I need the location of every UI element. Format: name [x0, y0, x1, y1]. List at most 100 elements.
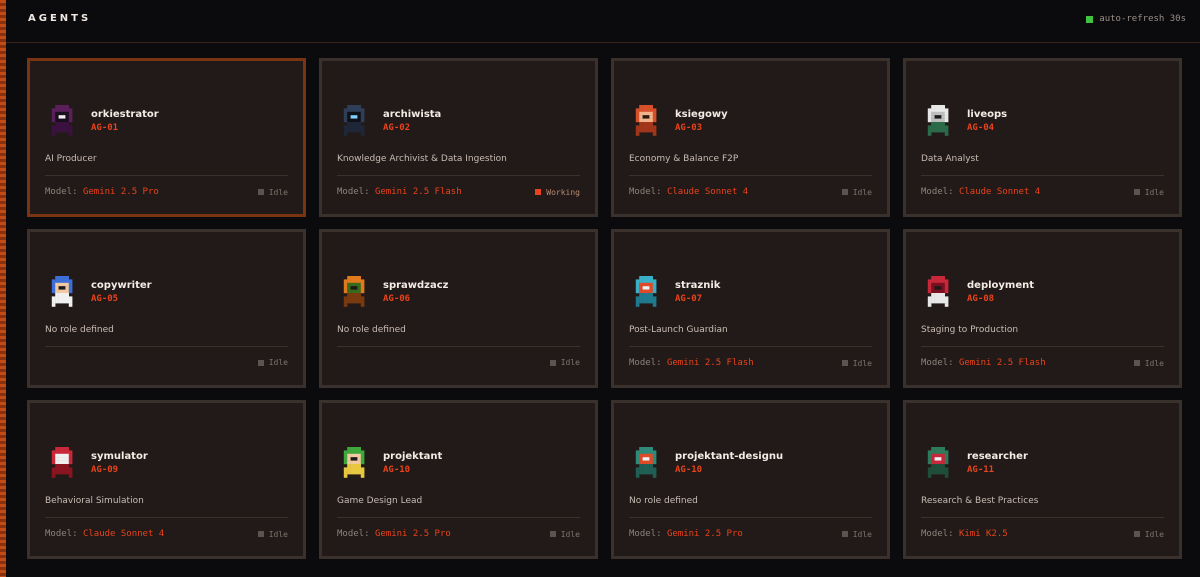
- agent-card-footer: Model: Gemini 2.5 Flash Idle: [921, 358, 1164, 368]
- agent-name: projektant: [383, 451, 443, 462]
- model-label: Model:: [921, 529, 954, 539]
- status-text: Idle: [268, 358, 288, 367]
- purple-hood-icon: [45, 101, 79, 141]
- elf-icon: [337, 443, 371, 483]
- agent-card-projektant-designu[interactable]: projektant-designu AG-10 No role defined…: [611, 400, 890, 559]
- status-text: Idle: [268, 529, 288, 539]
- agent-card-header: projektant AG-10: [337, 443, 442, 483]
- agent-role: No role defined: [337, 325, 406, 335]
- model-value: Gemini 2.5 Pro: [82, 187, 159, 197]
- agent-card-header: copywriter AG-05: [45, 272, 152, 312]
- model-value: Claude Sonnet 4: [958, 187, 1041, 197]
- red-demon-icon: [45, 443, 79, 483]
- agent-model: Model: Gemini 2.5 Flash: [629, 358, 754, 368]
- agent-id: AG-11: [967, 465, 995, 475]
- agent-card-liveops[interactable]: liveops AG-04 Data Analyst Model: Claude…: [903, 58, 1182, 217]
- agent-status-badge: Idle: [1133, 187, 1164, 197]
- agent-card-footer: Model: Gemini 2.5 Pro Idle: [629, 529, 872, 539]
- agent-card-footer: Model: Claude Sonnet 4 Idle: [629, 187, 872, 197]
- agent-status-badge: Idle: [257, 188, 288, 197]
- agent-names: projektant AG-10: [383, 451, 442, 475]
- agent-card-footer: Idle: [337, 358, 580, 367]
- agent-id: AG-02: [383, 123, 411, 133]
- model-label: Model:: [921, 187, 954, 197]
- model-value: Claude Sonnet 4: [666, 187, 749, 197]
- refresh-status-dot-icon: [1086, 15, 1094, 23]
- agent-card-archiwista[interactable]: archiwista AG-02 Knowledge Archivist & D…: [319, 58, 598, 217]
- agent-card-footer: Model: Gemini 2.5 Flash Idle: [629, 358, 872, 368]
- agent-role: Economy & Balance F2P: [629, 154, 739, 164]
- agent-names: archiwista AG-02: [383, 109, 441, 133]
- status-text: Idle: [560, 529, 580, 539]
- agent-card-header: orkiestrator AG-01: [45, 101, 159, 141]
- agent-card-projektant[interactable]: projektant AG-10 Game Design Lead Model:…: [319, 400, 598, 559]
- status-text: Idle: [852, 529, 872, 539]
- status-square-icon: [841, 531, 848, 537]
- agent-card-header: ksiegowy AG-03: [629, 101, 728, 141]
- agent-status-badge: Idle: [257, 358, 288, 367]
- model-label: Model:: [629, 358, 662, 368]
- status-text: Idle: [560, 358, 580, 367]
- agent-role: Staging to Production: [921, 325, 1019, 335]
- agent-id: AG-03: [675, 123, 703, 133]
- agent-model: Model: Claude Sonnet 4: [921, 187, 1040, 197]
- card-divider: [629, 517, 872, 518]
- agent-card-copywriter[interactable]: copywriter AG-05 No role defined Idle: [27, 229, 306, 388]
- agent-role: Knowledge Archivist & Data Ingestion: [337, 154, 507, 164]
- status-text: Idle: [852, 187, 872, 197]
- agent-card-footer: Model: Claude Sonnet 4 Idle: [45, 529, 288, 539]
- agent-names: researcher AG-11: [967, 451, 1028, 475]
- status-square-icon: [257, 359, 264, 366]
- status-square-icon: [257, 531, 264, 537]
- agent-role: No role defined: [629, 496, 698, 506]
- model-value: Gemini 2.5 Pro: [374, 529, 451, 539]
- model-label: Model:: [45, 529, 78, 539]
- hooded-archivist-icon: [337, 101, 371, 141]
- agent-status-badge: Idle: [841, 529, 872, 539]
- agent-card-sprawdzacz[interactable]: sprawdzacz AG-06 No role defined Idle: [319, 229, 598, 388]
- agent-card-researcher[interactable]: researcher AG-11 Research & Best Practic…: [903, 400, 1182, 559]
- status-square-icon: [841, 189, 848, 195]
- agent-name: copywriter: [91, 280, 152, 291]
- card-divider: [921, 175, 1164, 176]
- agent-role: AI Producer: [45, 154, 97, 164]
- agent-name: archiwista: [383, 109, 442, 120]
- page-title: AGENTS: [28, 13, 92, 24]
- agent-role: Data Analyst: [921, 154, 979, 164]
- agent-card-straznik[interactable]: straznik AG-07 Post-Launch Guardian Mode…: [611, 229, 890, 388]
- model-label: Model:: [629, 187, 662, 197]
- agent-status-badge: Idle: [1133, 530, 1164, 539]
- model-value: Kimi K2.5: [958, 529, 1008, 539]
- agent-name: ksiegowy: [675, 109, 728, 120]
- agent-id: AG-10: [383, 465, 411, 475]
- card-divider: [45, 175, 288, 176]
- agent-id: AG-01: [91, 123, 119, 133]
- status-square-icon: [1133, 531, 1140, 537]
- status-square-icon: [841, 360, 848, 366]
- agent-card-footer: Model: Claude Sonnet 4 Idle: [921, 187, 1164, 197]
- agent-card-orkiestrator[interactable]: orkiestrator AG-01 AI Producer Model: Ge…: [27, 58, 306, 217]
- model-value: Claude Sonnet 4: [82, 529, 165, 539]
- agent-names: orkiestrator AG-01: [91, 109, 159, 133]
- agent-status-badge: Working: [535, 188, 580, 197]
- status-text: Idle: [1144, 187, 1164, 197]
- agent-model: Model: Claude Sonnet 4: [45, 529, 164, 539]
- agent-names: liveops AG-04: [967, 109, 1007, 133]
- model-label: Model:: [629, 529, 662, 539]
- model-value: Gemini 2.5 Flash: [666, 358, 754, 368]
- agent-card-symulator[interactable]: symulator AG-09 Behavioral Simulation Mo…: [27, 400, 306, 559]
- agent-card-ksiegowy[interactable]: ksiegowy AG-03 Economy & Balance F2P Mod…: [611, 58, 890, 217]
- agent-role: No role defined: [45, 325, 114, 335]
- orc-icon: [921, 443, 955, 483]
- agent-model: Model: Gemini 2.5 Flash: [337, 187, 462, 197]
- status-text: Idle: [852, 358, 872, 368]
- agent-id: AG-05: [91, 294, 119, 304]
- card-divider: [921, 517, 1164, 518]
- agent-name: straznik: [675, 280, 721, 291]
- skeleton-icon: [921, 101, 955, 141]
- agent-card-deployment[interactable]: deployment AG-08 Staging to Production M…: [903, 229, 1182, 388]
- left-accent-rail: [0, 0, 6, 577]
- status-square-icon: [257, 189, 264, 195]
- model-value: Gemini 2.5 Flash: [958, 358, 1046, 368]
- agent-model: Model: Gemini 2.5 Pro: [337, 529, 451, 539]
